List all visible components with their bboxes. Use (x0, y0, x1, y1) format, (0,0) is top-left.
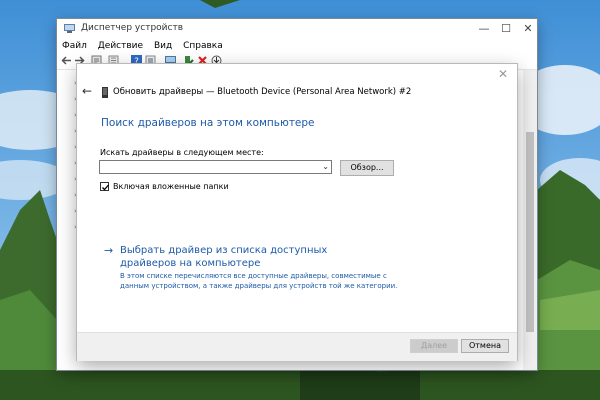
path-label: Искать драйверы в следующем месте: (100, 148, 264, 157)
arrow-right-icon: → (104, 244, 114, 257)
menu-file[interactable]: Файл (62, 39, 87, 53)
menu-view[interactable]: Вид (154, 39, 172, 53)
menu-help[interactable]: Справка (183, 39, 223, 53)
vertical-scrollbar[interactable] (523, 70, 537, 370)
update-drivers-dialog: ✕ ← Обновить драйверы — Bluetooth Device… (77, 64, 517, 361)
pick-driver-description: В этом списке перечисляются все доступны… (120, 272, 398, 290)
include-subfolders-checkbox[interactable] (100, 182, 109, 191)
scrollbar-thumb[interactable] (526, 132, 534, 332)
dialog-close-button[interactable]: ✕ (495, 66, 511, 82)
title-bar: Диспетчер устройств — ☐ ✕ (57, 19, 537, 39)
pick-driver-link[interactable]: Выбрать драйвер из списка доступных драй… (120, 244, 370, 270)
path-combobox[interactable]: ⌄ (99, 160, 332, 174)
checkmark-icon (102, 184, 109, 191)
close-button[interactable]: ✕ (515, 19, 541, 39)
back-icon[interactable] (61, 55, 72, 66)
menu-bar: Файл Действие Вид Справка (57, 39, 537, 53)
back-arrow-icon[interactable]: ← (82, 84, 92, 98)
dialog-header-title: Обновить драйверы — Bluetooth Device (Pe… (113, 87, 412, 97)
window-title: Диспетчер устройств (81, 23, 184, 33)
chevron-down-icon[interactable]: ⌄ (322, 161, 329, 173)
next-button[interactable]: Далее (410, 339, 458, 353)
include-subfolders-label[interactable]: Включая вложенные папки (113, 182, 229, 191)
cancel-button[interactable]: Отмена (461, 339, 509, 353)
page-title: Поиск драйверов на этом компьютере (101, 117, 315, 129)
device-manager-icon (64, 24, 75, 33)
device-icon (102, 87, 108, 98)
menu-action[interactable]: Действие (98, 39, 143, 53)
browse-button[interactable]: Обзор... (340, 160, 394, 176)
